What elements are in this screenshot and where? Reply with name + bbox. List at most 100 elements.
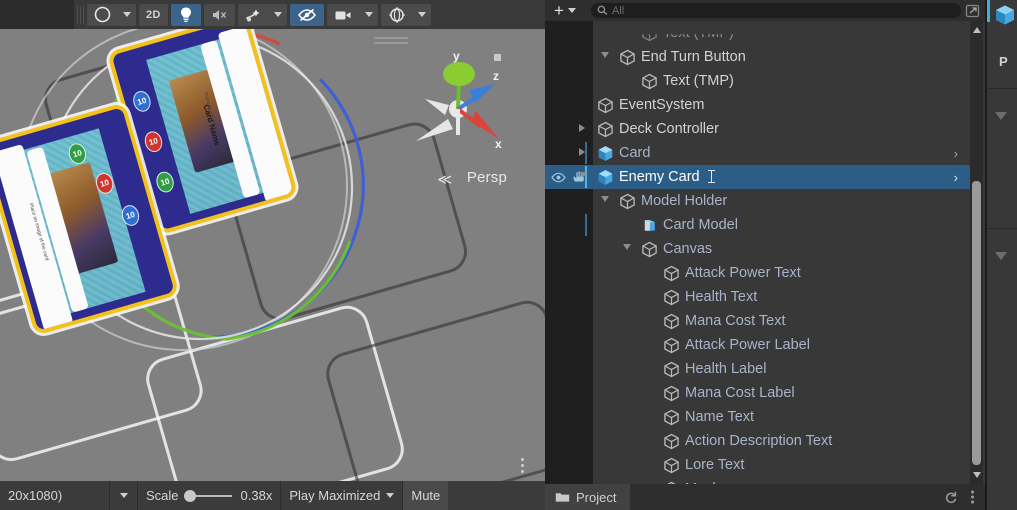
scene-view-toolbar: 2D bbox=[0, 0, 545, 29]
row-label: Lore Text bbox=[685, 457, 745, 473]
hierarchy-row[interactable]: Attack Power Text bbox=[545, 261, 970, 285]
row-prefab-open-chevron-icon[interactable]: › bbox=[954, 170, 958, 185]
row-label: End Turn Button bbox=[641, 49, 746, 65]
hierarchy-row[interactable]: Deck Controller bbox=[545, 117, 970, 141]
gameobject-cube-icon bbox=[642, 73, 657, 89]
hierarchy-scrollbar[interactable] bbox=[970, 21, 983, 484]
scale-slider[interactable] bbox=[183, 489, 232, 502]
tab-project[interactable]: Project bbox=[545, 484, 631, 510]
hierarchy-row[interactable]: End Turn Button bbox=[545, 45, 970, 69]
axis-label-y: y bbox=[453, 49, 460, 63]
inspector-foldout-caret-icon[interactable] bbox=[995, 252, 1007, 260]
scale-slider-knob[interactable] bbox=[183, 489, 196, 502]
row-expand-toggle[interactable] bbox=[601, 196, 611, 206]
row-expand-toggle[interactable] bbox=[579, 124, 589, 134]
hierarchy-row[interactable]: Enemy Card › bbox=[545, 165, 970, 189]
inspector-panel: P bbox=[985, 0, 1017, 510]
projection-label[interactable]: Persp bbox=[467, 169, 507, 186]
gizmos-button[interactable] bbox=[380, 3, 413, 26]
prefab-model-icon bbox=[644, 219, 655, 231]
row-object-icon bbox=[641, 241, 658, 258]
resolution-dropdown-arrow[interactable] bbox=[110, 481, 138, 510]
chevron-down-icon bbox=[567, 8, 576, 13]
row-object-icon bbox=[663, 409, 680, 426]
inspector-foldout-caret-icon[interactable] bbox=[995, 112, 1007, 120]
row-label: Card bbox=[619, 145, 651, 161]
hierarchy-row[interactable]: Text (TMP) bbox=[545, 34, 970, 45]
gameobject-cube-icon bbox=[664, 289, 679, 305]
scroll-down-arrow-icon[interactable] bbox=[973, 472, 981, 478]
hierarchy-row[interactable]: Canvas bbox=[545, 237, 970, 261]
hierarchy-row[interactable]: Card › bbox=[545, 141, 970, 165]
chevron-down-icon bbox=[364, 12, 373, 17]
hierarchy-row[interactable]: Health Label bbox=[545, 357, 970, 381]
row-object-icon bbox=[663, 313, 680, 330]
scrollbar-thumb[interactable] bbox=[972, 181, 981, 465]
scene-visibility-toggle-button[interactable] bbox=[289, 3, 324, 26]
search-icon bbox=[597, 5, 608, 15]
scene-game-view-pane: 2D Card Name Place an image of the card … bbox=[0, 0, 545, 510]
hierarchy-row[interactable]: Mask bbox=[545, 477, 970, 484]
row-object-icon bbox=[663, 289, 680, 306]
row-object-icon bbox=[597, 145, 614, 162]
eye-icon[interactable] bbox=[551, 172, 566, 183]
row-expand-toggle[interactable] bbox=[579, 148, 589, 158]
hierarchy-search-input[interactable]: All bbox=[590, 3, 961, 18]
hierarchy-row[interactable]: Model Holder bbox=[545, 189, 970, 213]
persp-lock-icon: ≪ bbox=[437, 171, 452, 187]
row-expand-toggle[interactable] bbox=[601, 52, 611, 62]
create-object-button[interactable]: + bbox=[549, 2, 581, 19]
camera-button[interactable] bbox=[326, 3, 360, 26]
hierarchy-row[interactable]: Mana Cost Text bbox=[545, 309, 970, 333]
row-label: Action Description Text bbox=[685, 433, 833, 449]
row-object-icon bbox=[619, 49, 636, 66]
row-prefab-indicator bbox=[585, 214, 587, 236]
toolbar-left-spacer bbox=[0, 0, 74, 29]
hierarchy-row[interactable]: Text (TMP) bbox=[545, 69, 970, 93]
audio-toggle-button[interactable] bbox=[203, 3, 235, 26]
lighting-toggle-button[interactable] bbox=[170, 3, 201, 26]
camera-dropdown[interactable] bbox=[359, 3, 378, 26]
scene-viewport[interactable]: Card Name Place an image of the card 10 … bbox=[0, 29, 545, 481]
inspector-divider bbox=[987, 88, 1017, 89]
fx-toggle-button[interactable] bbox=[237, 3, 269, 26]
hierarchy-row[interactable]: Mana Cost Label bbox=[545, 381, 970, 405]
toolbar-drag-handle[interactable] bbox=[77, 5, 84, 24]
row-label: Card Model bbox=[663, 217, 738, 233]
kebab-menu-icon[interactable] bbox=[970, 489, 975, 505]
scroll-up-arrow-icon[interactable] bbox=[973, 27, 981, 33]
2d-toggle-button[interactable]: 2D bbox=[139, 3, 168, 26]
mute-audio-button[interactable]: Mute bbox=[403, 481, 449, 510]
fx-dropdown[interactable] bbox=[268, 3, 287, 26]
hierarchy-tree[interactable]: Text (TMP) End Turn Button Text (TMP) Event… bbox=[545, 21, 985, 484]
row-object-icon bbox=[597, 169, 614, 186]
draw-mode-button[interactable] bbox=[87, 3, 118, 26]
gameobject-cube-icon bbox=[664, 337, 679, 353]
scale-slider-group[interactable]: Scale 0.38x bbox=[138, 481, 282, 510]
panel-expand-icon[interactable] bbox=[965, 4, 981, 18]
play-maximized-dropdown[interactable]: Play Maximized bbox=[281, 481, 404, 510]
hierarchy-row[interactable]: Health Text bbox=[545, 285, 970, 309]
scene-overflow-menu-icon[interactable] bbox=[515, 453, 529, 477]
health-badge: 10 bbox=[142, 129, 165, 155]
hierarchy-row[interactable]: EventSystem bbox=[545, 93, 970, 117]
refresh-icon[interactable] bbox=[944, 490, 958, 504]
row-expand-toggle[interactable] bbox=[579, 172, 589, 182]
row-label: Mana Cost Label bbox=[685, 385, 795, 401]
gameobject-cube-icon bbox=[664, 433, 679, 449]
row-expand-toggle[interactable] bbox=[623, 244, 633, 254]
row-prefab-open-chevron-icon[interactable]: › bbox=[954, 146, 958, 161]
row-label: EventSystem bbox=[619, 97, 705, 113]
gizmos-dropdown[interactable] bbox=[412, 3, 431, 26]
row-object-icon bbox=[641, 34, 658, 41]
resolution-dropdown[interactable]: 20x1080) bbox=[0, 481, 110, 510]
gameobject-cube-icon bbox=[642, 34, 657, 41]
hierarchy-row[interactable]: Action Description Text bbox=[545, 429, 970, 453]
hierarchy-row[interactable]: Card Model bbox=[545, 213, 970, 237]
hierarchy-row[interactable]: Attack Power Label bbox=[545, 333, 970, 357]
row-label: Name Text bbox=[685, 409, 755, 425]
hierarchy-row[interactable]: Name Text bbox=[545, 405, 970, 429]
gizmo-globe-icon bbox=[388, 6, 405, 23]
draw-mode-dropdown[interactable] bbox=[118, 3, 136, 26]
hierarchy-row[interactable]: Lore Text bbox=[545, 453, 970, 477]
